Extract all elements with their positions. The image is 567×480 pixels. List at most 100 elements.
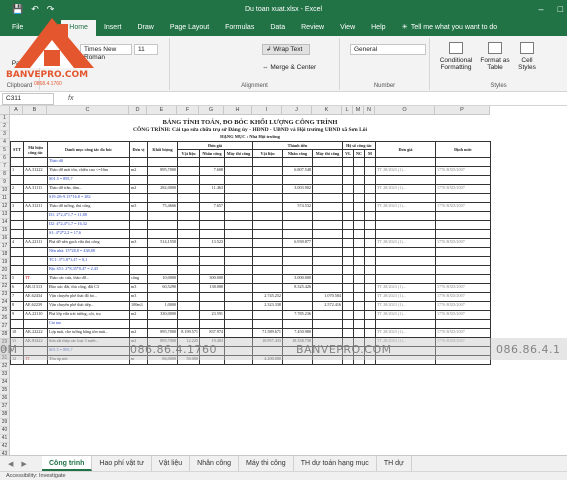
table-cell-vl[interactable] bbox=[177, 166, 200, 176]
table-cell-dv[interactable]: m3 bbox=[129, 283, 148, 293]
table-cell-m[interactable] bbox=[224, 274, 253, 284]
table-cell-ma[interactable] bbox=[23, 247, 48, 257]
table-cell-tnc[interactable]: 7.450.980 bbox=[282, 328, 313, 338]
maximize-icon[interactable]: □ bbox=[558, 0, 563, 18]
tab-draw[interactable]: Draw bbox=[129, 20, 161, 36]
table-cell-vl[interactable] bbox=[177, 283, 200, 293]
table-cell-x2[interactable] bbox=[353, 175, 365, 185]
table-cell-tvl[interactable] bbox=[252, 220, 283, 230]
table-cell-tnc[interactable] bbox=[282, 319, 313, 329]
table-cell-ma[interactable] bbox=[23, 319, 48, 329]
table-cell-dm[interactable]: Vận chuyển phế thải đổ bỏ... bbox=[47, 292, 130, 302]
table-cell-dg[interactable] bbox=[375, 157, 436, 167]
table-cell-tvl[interactable] bbox=[252, 256, 283, 266]
table-cell-tm[interactable] bbox=[312, 184, 343, 194]
row-header[interactable]: 5 bbox=[0, 147, 10, 155]
column-header-g[interactable]: G bbox=[199, 106, 224, 115]
row-header[interactable]: 11 bbox=[0, 195, 10, 203]
table-cell-dv[interactable]: m3 bbox=[129, 238, 148, 248]
table-cell-vl[interactable] bbox=[177, 256, 200, 266]
table-cell-tm[interactable] bbox=[312, 166, 343, 176]
row-header[interactable]: 38 bbox=[0, 411, 10, 419]
table-cell-m[interactable] bbox=[224, 157, 253, 167]
format-as-table-button[interactable]: Format as Table bbox=[478, 42, 512, 71]
table-cell-ma[interactable]: AA.22110 bbox=[23, 310, 48, 320]
column-header-h[interactable]: H bbox=[224, 106, 252, 115]
table-cell-tnc[interactable] bbox=[282, 193, 313, 203]
table-cell-nc[interactable]: 23.591 bbox=[199, 310, 225, 320]
table-cell-dmu[interactable] bbox=[435, 265, 491, 275]
table-cell-tvl[interactable]: 71.589.671 bbox=[252, 328, 283, 338]
column-header-d[interactable]: D bbox=[129, 106, 147, 115]
table-cell-tvl[interactable] bbox=[252, 184, 283, 194]
table-cell-ma[interactable]: AA.31211 bbox=[23, 202, 48, 212]
merge-center-button[interactable]: ⇔ Merge & Center bbox=[262, 64, 332, 71]
row-header[interactable]: 24 bbox=[0, 299, 10, 307]
column-header-n[interactable]: N bbox=[364, 106, 375, 115]
table-cell-x3[interactable] bbox=[364, 229, 376, 239]
table-cell-x2[interactable] bbox=[353, 211, 365, 221]
table-cell-vl[interactable] bbox=[177, 247, 200, 257]
table-cell-nc[interactable] bbox=[199, 211, 225, 221]
row-header[interactable]: 8 bbox=[0, 171, 10, 179]
table-cell-tvl[interactable] bbox=[252, 274, 283, 284]
table-cell-tm[interactable] bbox=[312, 328, 343, 338]
table-cell-ma[interactable] bbox=[23, 157, 48, 167]
table-cell-tnc[interactable] bbox=[282, 301, 313, 311]
table-cell-dm[interactable]: Vận chuyển phế thải tiếp... bbox=[47, 301, 130, 311]
table-cell-x2[interactable] bbox=[353, 292, 365, 302]
minimize-icon[interactable]: – bbox=[539, 0, 544, 18]
table-cell-tvl[interactable] bbox=[252, 229, 283, 239]
table-cell-tvl[interactable] bbox=[252, 157, 283, 167]
table-cell-m[interactable] bbox=[224, 328, 253, 338]
row-header[interactable]: 42 bbox=[0, 443, 10, 451]
table-cell-ma[interactable]: AA.31111 bbox=[23, 184, 48, 194]
row-header[interactable]: 40 bbox=[0, 427, 10, 435]
table-cell-x2[interactable] bbox=[353, 265, 365, 275]
table-cell-kl[interactable]: 10,0000 bbox=[147, 274, 178, 284]
column-header-l[interactable]: L bbox=[342, 106, 353, 115]
table-cell-dv[interactable] bbox=[129, 220, 148, 230]
row-header[interactable]: 2 bbox=[0, 123, 10, 131]
sheet-tab-th-du-toan-hang-muc[interactable]: TH dự toán hạng mục bbox=[294, 456, 377, 471]
table-cell-vl[interactable] bbox=[177, 184, 200, 194]
table-cell-dm[interactable]: TC1: 3*1,8*1,47 = 8,1 bbox=[47, 256, 130, 266]
table-cell-tvl[interactable] bbox=[252, 193, 283, 203]
column-header-o[interactable]: O bbox=[375, 106, 435, 115]
table-cell-stt[interactable] bbox=[10, 319, 24, 329]
sheet-tab-hao-phi-vat-tu[interactable]: Hao phí vật tư bbox=[92, 456, 152, 471]
table-cell-tm[interactable] bbox=[312, 202, 343, 212]
table-cell-x1[interactable] bbox=[342, 238, 354, 248]
row-header[interactable]: 3 bbox=[0, 131, 10, 139]
table-cell-vl[interactable] bbox=[177, 319, 200, 329]
table-cell-kl[interactable]: 895,7000 bbox=[147, 328, 178, 338]
table-cell-nc[interactable]: 837.974 bbox=[199, 328, 225, 338]
table-cell-x1[interactable] bbox=[342, 166, 354, 176]
table-cell-vl[interactable]: 8.199.571 bbox=[177, 328, 200, 338]
table-cell-dg[interactable] bbox=[375, 265, 436, 275]
table-cell-ma[interactable] bbox=[23, 229, 48, 239]
table-cell-x3[interactable] bbox=[364, 238, 376, 248]
table-cell-x2[interactable] bbox=[353, 193, 365, 203]
table-cell-stt[interactable]: 6 bbox=[10, 283, 24, 293]
table-cell-m[interactable] bbox=[224, 202, 253, 212]
table-cell-m[interactable] bbox=[224, 175, 253, 185]
table-cell-ma[interactable]: AA.22111 bbox=[23, 238, 48, 248]
font-size-select[interactable]: 11 bbox=[134, 44, 158, 55]
table-cell-dmu[interactable]: 1776 BXD/2007 bbox=[435, 202, 491, 212]
row-header[interactable]: 22 bbox=[0, 283, 10, 291]
table-cell-dmu[interactable] bbox=[435, 220, 491, 230]
table-cell-x3[interactable] bbox=[364, 202, 376, 212]
table-cell-stt[interactable]: 3 bbox=[10, 202, 24, 212]
table-cell-dm[interactable]: Tháo các cửa, tháo dỡ... bbox=[47, 274, 130, 284]
table-cell-tm[interactable] bbox=[312, 238, 343, 248]
tab-formulas[interactable]: Formulas bbox=[217, 20, 262, 36]
table-cell-x1[interactable] bbox=[342, 193, 354, 203]
table-cell-dg[interactable]: TT 28/2023 (1)... bbox=[375, 283, 436, 293]
table-cell-nc[interactable] bbox=[199, 292, 225, 302]
row-header[interactable]: 16 bbox=[0, 235, 10, 243]
table-cell-x3[interactable] bbox=[364, 265, 376, 275]
table-cell-m[interactable] bbox=[224, 265, 253, 275]
table-cell-x1[interactable] bbox=[342, 202, 354, 212]
table-cell-tvl[interactable] bbox=[252, 238, 283, 248]
